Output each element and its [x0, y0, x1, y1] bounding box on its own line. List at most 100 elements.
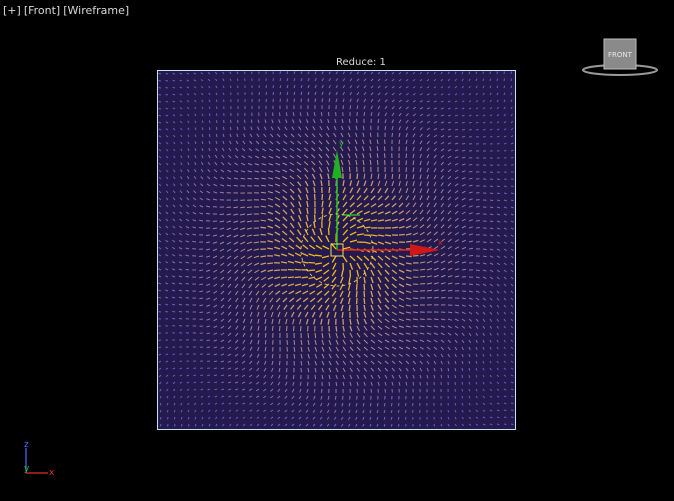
field-vector — [333, 125, 337, 131]
field-vector — [333, 409, 337, 414]
field-vector — [433, 296, 439, 299]
field-vector — [301, 260, 309, 264]
field-vector — [397, 409, 400, 414]
field-vector — [212, 255, 218, 259]
field-vector — [440, 360, 443, 365]
field-vector — [296, 229, 302, 236]
field-vector — [405, 240, 412, 243]
field-vector — [158, 135, 162, 138]
field-vector — [309, 297, 316, 303]
field-vector — [496, 121, 500, 124]
field-vector — [468, 339, 472, 344]
field-vector — [482, 367, 485, 371]
front-viewport[interactable]: [+] [Front] [Wireframe] Reduce: 1 y x FRON… — [0, 0, 674, 501]
field-vector — [475, 388, 478, 392]
field-vector — [303, 236, 309, 243]
field-vector — [220, 176, 225, 180]
field-vector — [248, 290, 253, 296]
field-vector — [447, 416, 450, 420]
field-vector — [510, 388, 514, 391]
field-vector — [219, 213, 225, 216]
field-vector — [433, 168, 437, 173]
field-vector — [461, 211, 466, 215]
field-vector — [277, 423, 281, 427]
field-vector — [267, 184, 274, 187]
field-vector — [370, 297, 374, 304]
field-vector — [335, 180, 338, 187]
field-vector — [314, 98, 317, 103]
field-vector — [412, 367, 416, 372]
field-vector — [349, 85, 353, 89]
field-vector — [335, 98, 338, 103]
field-vector — [253, 255, 260, 259]
field-vector — [159, 388, 162, 392]
field-vector — [173, 155, 176, 159]
field-vector — [206, 183, 211, 187]
field-vector — [321, 214, 324, 222]
field-vector — [240, 213, 246, 216]
field-vector — [489, 85, 492, 89]
field-vector — [412, 247, 419, 250]
field-vector — [233, 262, 239, 267]
field-vector — [377, 269, 383, 276]
field-vector — [447, 325, 452, 329]
field-vector — [349, 248, 358, 251]
field-vector — [348, 304, 351, 312]
field-vector — [510, 346, 514, 350]
field-vector — [321, 255, 330, 259]
field-vector — [187, 409, 190, 413]
field-vector — [206, 283, 211, 287]
field-vector — [185, 240, 190, 243]
field-vector — [208, 147, 211, 152]
field-vector — [166, 169, 169, 173]
field-vector — [192, 197, 197, 201]
field-vector — [212, 248, 218, 252]
field-vector — [234, 367, 239, 371]
field-vector — [282, 155, 288, 159]
field-vector — [264, 339, 267, 345]
field-vector — [440, 203, 445, 208]
field-vector — [363, 180, 367, 187]
field-vector — [339, 297, 344, 305]
field-vector — [349, 262, 354, 270]
field-vector — [323, 283, 330, 289]
field-vector — [363, 241, 371, 245]
field-vector — [503, 388, 507, 391]
viewport-plus-menu[interactable]: [+] — [3, 4, 21, 17]
field-vector — [221, 395, 225, 398]
field-vector — [503, 311, 507, 315]
field-vector — [334, 402, 337, 407]
field-vector — [321, 78, 324, 82]
field-vector — [277, 126, 281, 131]
field-vector — [355, 290, 358, 298]
field-vector — [342, 98, 345, 103]
field-vector — [405, 71, 409, 75]
field-vector — [165, 275, 169, 278]
field-vector — [447, 217, 452, 222]
field-vector — [489, 276, 494, 280]
field-vector — [391, 195, 397, 201]
field-vector — [475, 71, 478, 75]
field-vector — [227, 304, 232, 309]
field-vector — [447, 210, 452, 215]
field-vector — [384, 269, 390, 275]
viewport-view-menu[interactable]: [Front] — [24, 4, 60, 17]
field-vector — [440, 100, 444, 103]
field-vector — [298, 126, 302, 131]
field-vector — [412, 140, 416, 145]
field-vector — [510, 113, 513, 117]
field-vector — [496, 85, 499, 89]
field-vector — [419, 167, 422, 173]
field-vector — [356, 225, 364, 229]
field-vector — [194, 423, 197, 427]
field-vector — [496, 360, 499, 364]
field-vector — [356, 374, 360, 379]
field-vector — [192, 240, 197, 243]
field-vector — [179, 100, 183, 103]
field-vector — [248, 388, 253, 391]
viewport-shading-menu[interactable]: [Wireframe] — [63, 4, 129, 17]
vector-field-helper[interactable] — [157, 70, 516, 430]
viewcube[interactable]: FRONT — [582, 36, 658, 80]
field-vector — [235, 402, 239, 405]
field-vector — [510, 85, 513, 89]
